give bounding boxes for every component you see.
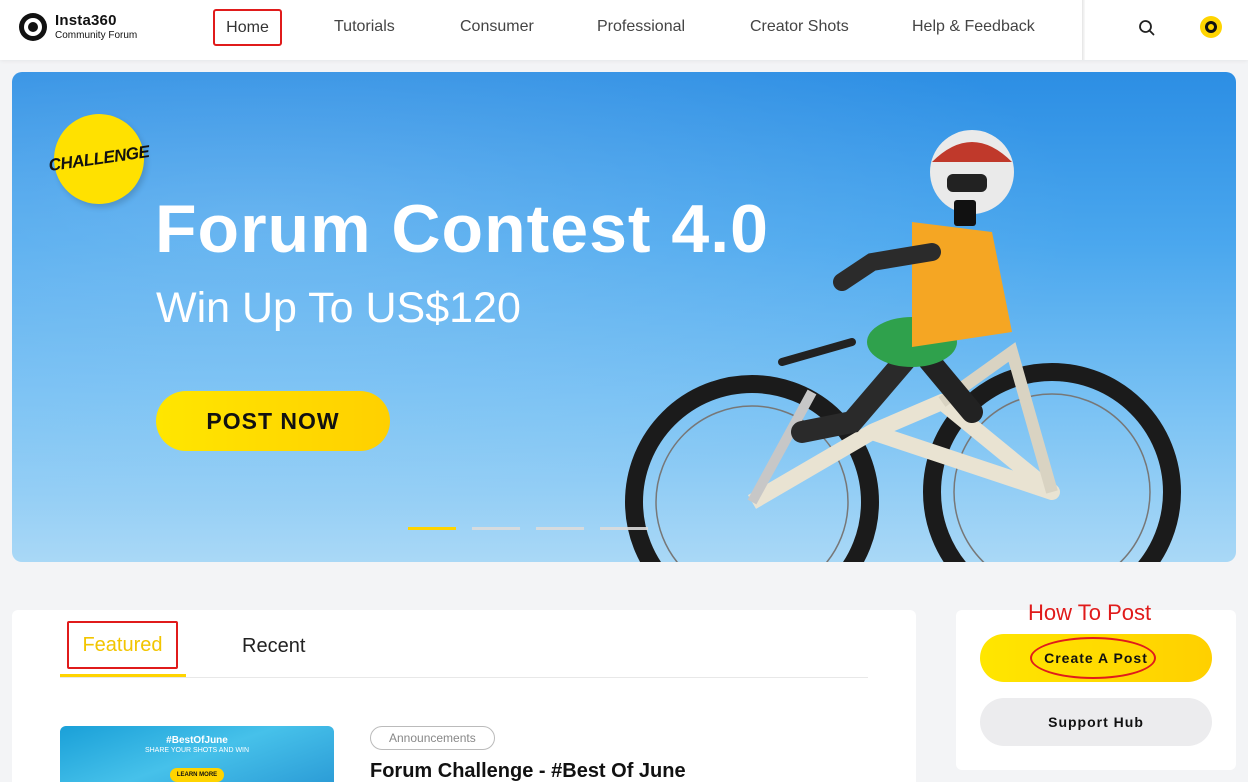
post-actions-panel: How To Post Create A Post Support Hub	[956, 600, 1236, 770]
challenge-badge-label: CHALLENGE	[47, 142, 151, 175]
nav-divider	[1082, 0, 1085, 60]
banner-title: Forum Contest 4.0	[155, 191, 769, 267]
banner-subtitle: Win Up To US$120	[156, 284, 521, 332]
post-title[interactable]: Forum Challenge - #Best Of June	[370, 760, 686, 782]
carousel-indicators	[408, 527, 648, 530]
thumbnail-title: #BestOfJune	[166, 735, 228, 746]
thumbnail-learn-more: LEARN MORE	[170, 768, 224, 782]
nav-creator-shots[interactable]: Creator Shots	[750, 18, 849, 36]
carousel-dot-1[interactable]	[408, 527, 456, 530]
logo-title: Insta360	[55, 12, 117, 29]
logo-subtitle: Community Forum	[55, 30, 138, 41]
nav-consumer[interactable]: Consumer	[460, 18, 534, 36]
how-to-post-annotation: How To Post	[1028, 600, 1152, 625]
feed-panel: Featured Recent #BestOfJune SHARE YOUR S…	[12, 610, 916, 782]
carousel-dot-3[interactable]	[536, 527, 584, 530]
post-category-tag[interactable]: Announcements	[370, 726, 495, 750]
post-now-button[interactable]: POST NOW	[156, 391, 390, 451]
post-thumbnail[interactable]: #BestOfJune SHARE YOUR SHOTS AND WIN LEA…	[60, 726, 334, 782]
tab-recent[interactable]: Recent	[242, 635, 305, 658]
hero-banner[interactable]: CHALLENGE Forum Contest 4.0 Win Up To US…	[12, 72, 1236, 562]
site-logo[interactable]: Insta360 Community Forum	[19, 12, 169, 48]
carousel-dot-2[interactable]	[472, 527, 520, 530]
nav-help-feedback[interactable]: Help & Feedback	[912, 18, 1035, 36]
support-hub-button[interactable]: Support Hub	[980, 698, 1212, 746]
tab-featured[interactable]: Featured	[67, 621, 178, 669]
annotation-circle	[1030, 637, 1156, 679]
top-nav: Insta360 Community Forum Home Tutorials …	[0, 0, 1248, 60]
tab-divider	[60, 677, 868, 678]
search-icon[interactable]	[1136, 17, 1158, 39]
carousel-dot-4[interactable]	[600, 527, 648, 530]
insta360-logo-icon	[19, 13, 47, 41]
nav-tutorials[interactable]: Tutorials	[334, 18, 395, 36]
mountain-biker-illustration	[625, 130, 1181, 562]
nav-home[interactable]: Home	[213, 9, 282, 46]
user-avatar-icon[interactable]	[1200, 16, 1222, 38]
thumbnail-subtitle: SHARE YOUR SHOTS AND WIN	[144, 747, 250, 754]
nav-professional[interactable]: Professional	[597, 18, 685, 36]
